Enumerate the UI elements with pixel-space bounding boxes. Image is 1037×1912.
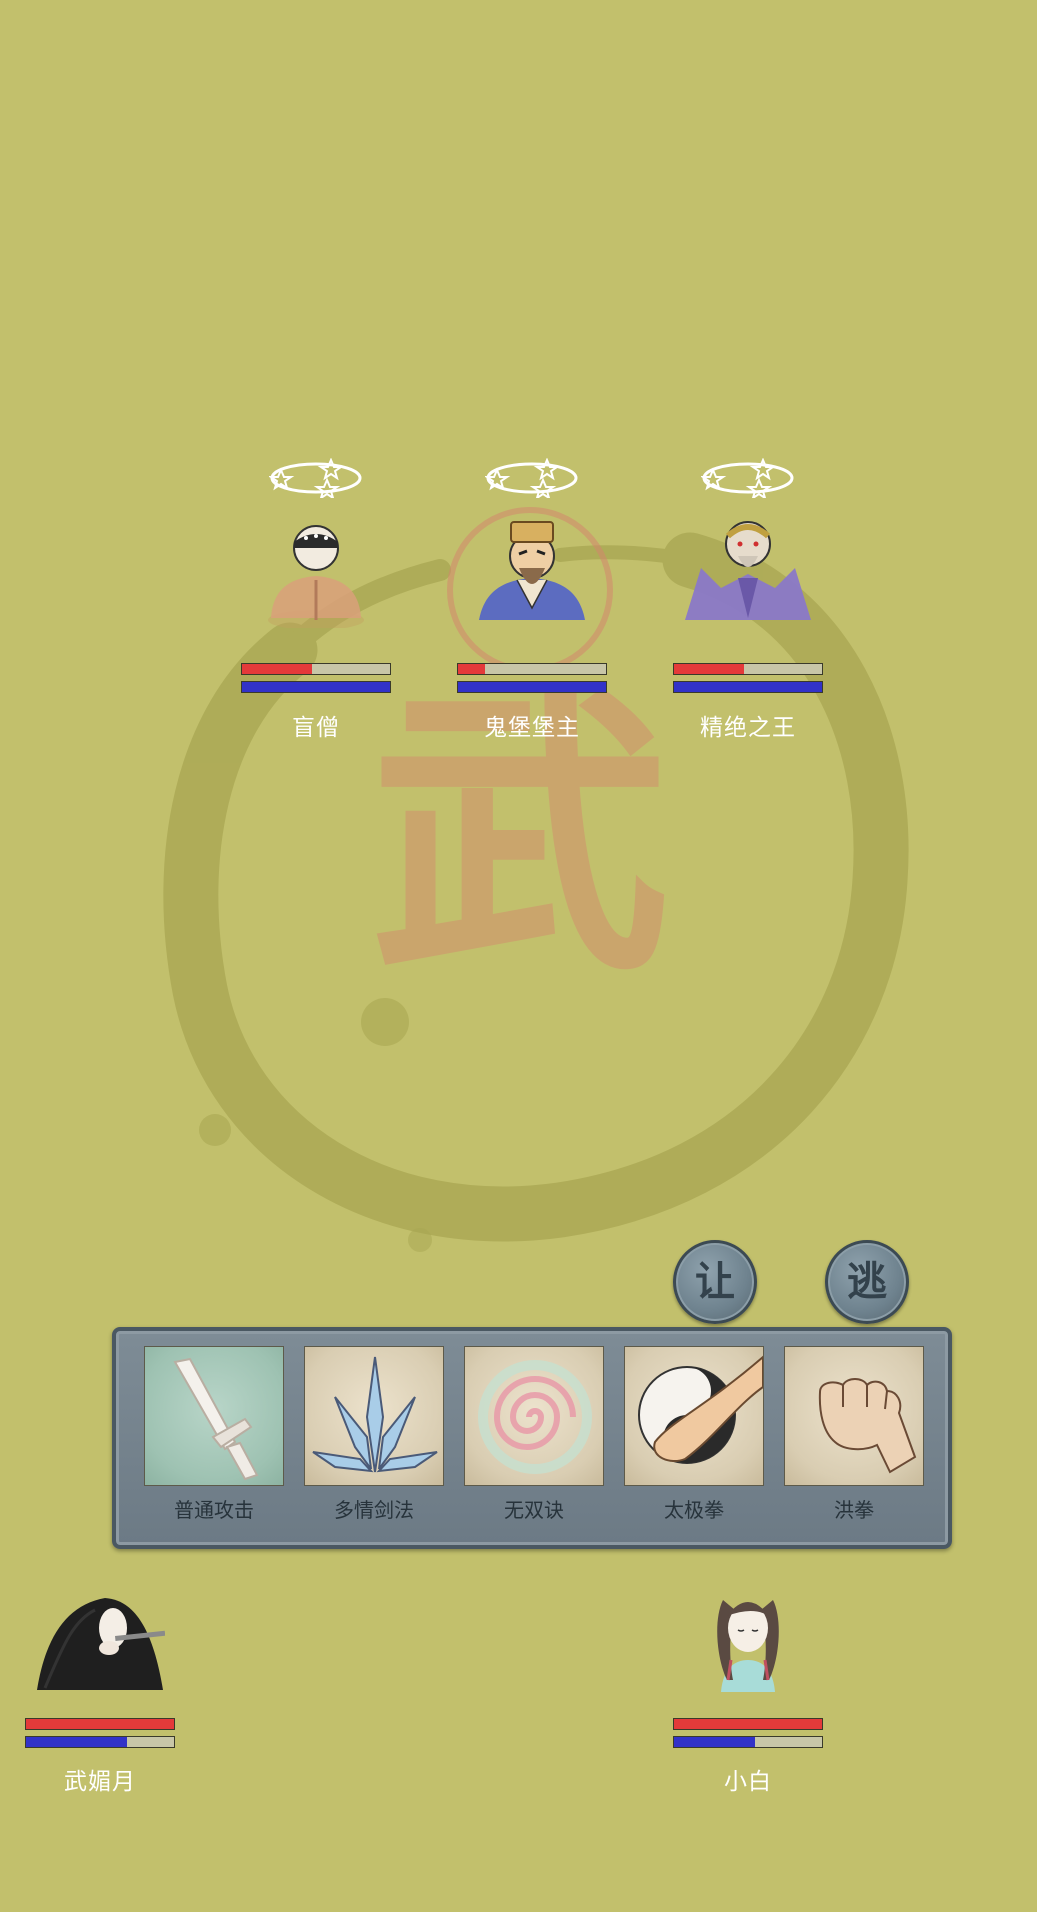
- skill-label: 普通攻击: [174, 1498, 254, 1522]
- mp-bar-fill: [242, 682, 390, 692]
- ally-2[interactable]: 小白: [673, 1580, 823, 1802]
- mp-bar: [673, 1736, 823, 1748]
- mp-bar: [673, 681, 823, 693]
- skill-taiji-fist[interactable]: 太极拳: [624, 1346, 764, 1523]
- sword-icon: [144, 1346, 284, 1486]
- hp-bar-fill: [674, 1719, 822, 1729]
- hp-bar: [25, 1718, 175, 1730]
- blind-monk-portrait: [268, 525, 364, 628]
- skill-label: 洪拳: [834, 1498, 874, 1522]
- skill-normal-attack[interactable]: 普通攻击: [144, 1346, 284, 1523]
- xiaobai-portrait: [717, 1600, 779, 1692]
- mp-bar: [25, 1736, 175, 1748]
- hp-bar: [673, 663, 823, 675]
- hp-bar-fill: [674, 664, 744, 674]
- skill-panel: 普通攻击 多情剑法 无双诀 太极拳 洪拳: [112, 1327, 952, 1549]
- combatant-name: 武媚月: [64, 1769, 136, 1795]
- combatant-name: 鬼堡堡主: [484, 715, 580, 741]
- combatant-name: 小白: [724, 1769, 772, 1795]
- enemy-3[interactable]: 精绝之王: [673, 458, 823, 748]
- mp-bar: [241, 681, 391, 693]
- mp-bar-fill: [458, 682, 606, 692]
- skill-label: 太极拳: [664, 1498, 724, 1522]
- flee-button[interactable]: 逃: [825, 1240, 909, 1324]
- jingjue-king-portrait: [685, 521, 811, 620]
- mp-bar-fill: [674, 682, 822, 692]
- enemy-2[interactable]: 鬼堡堡主: [457, 458, 607, 748]
- combatant-name: 精绝之王: [700, 715, 796, 741]
- skill-label: 无双诀: [504, 1498, 564, 1522]
- stun-halo-icon: [701, 458, 794, 498]
- mp-bar-fill: [26, 1737, 127, 1747]
- skill-hong-fist[interactable]: 洪拳: [784, 1346, 924, 1523]
- combatant-name: 盲僧: [292, 715, 340, 741]
- skill-wushuang[interactable]: 无双诀: [464, 1346, 604, 1523]
- flute-player-portrait: [37, 1598, 165, 1690]
- skill-duoqing-sword[interactable]: 多情剑法: [304, 1346, 444, 1523]
- enemy-1[interactable]: 盲僧: [241, 458, 391, 748]
- taiji-icon: [624, 1346, 764, 1486]
- swirl-icon: [464, 1346, 604, 1486]
- hp-bar: [241, 663, 391, 675]
- hp-bar-fill: [242, 664, 312, 674]
- mp-bar: [457, 681, 607, 693]
- ghost-castle-lord-portrait: [479, 521, 585, 620]
- fist-icon: [784, 1346, 924, 1486]
- yield-button[interactable]: 让: [673, 1240, 757, 1324]
- stun-halo-icon: [269, 458, 362, 498]
- mp-bar-fill: [674, 1737, 756, 1747]
- stun-halo-icon: [485, 458, 578, 498]
- hp-bar: [673, 1718, 823, 1730]
- skill-label: 多情剑法: [334, 1498, 414, 1522]
- hp-bar: [457, 663, 607, 675]
- blades-icon: [304, 1346, 444, 1486]
- ally-1[interactable]: 武媚月: [25, 1580, 175, 1802]
- hp-bar-fill: [26, 1719, 174, 1729]
- hp-bar-fill: [458, 664, 485, 674]
